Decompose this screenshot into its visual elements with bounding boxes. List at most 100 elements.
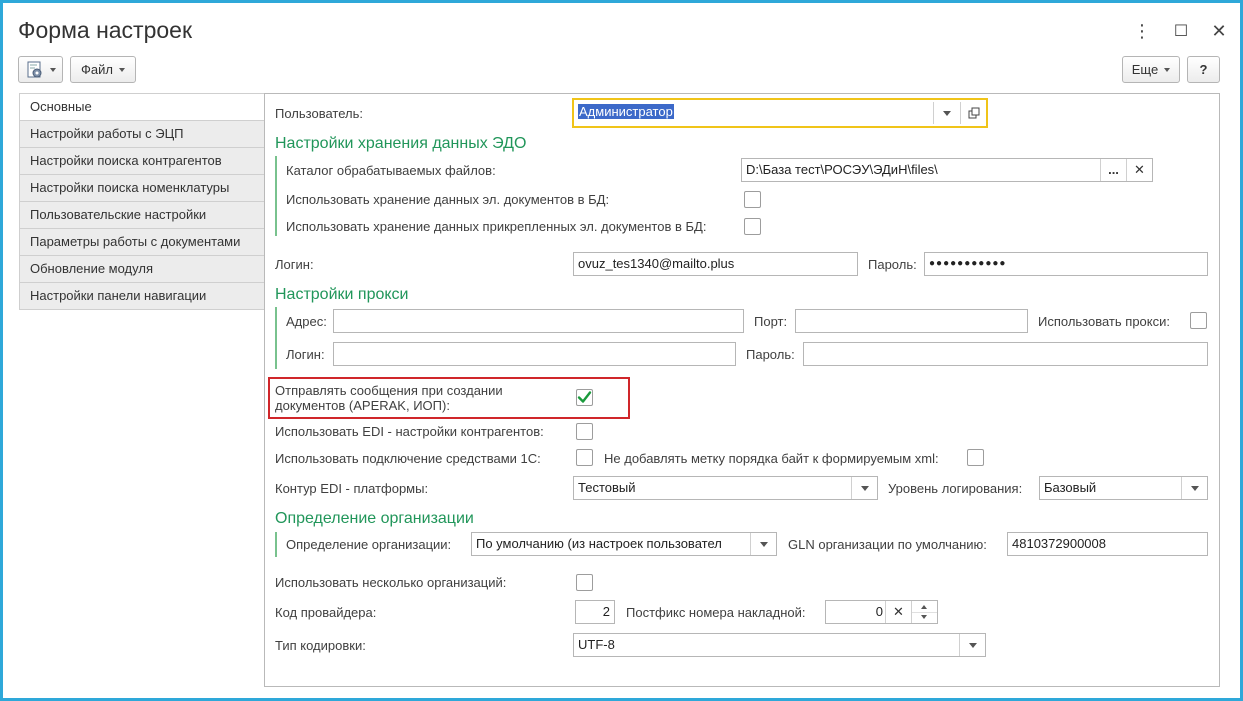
no-bom-label: Не добавлять метку порядка байт к формир… — [604, 451, 939, 466]
login-input[interactable]: ovuz_tes1340@mailto.plus — [573, 252, 858, 276]
postfix-clear-button[interactable]: ✕ — [885, 601, 911, 623]
spinner-down-icon[interactable] — [921, 615, 927, 619]
edi-contour-label: Контур EDI - платформы: — [275, 481, 429, 496]
open-window-icon — [968, 107, 979, 119]
chevron-down-icon — [1164, 67, 1171, 72]
proxy-login-input[interactable] — [333, 342, 736, 366]
postfix-input[interactable]: 0 ✕ — [825, 600, 938, 624]
user-value: Администратор — [578, 104, 674, 119]
proxy-address-label: Адрес: — [286, 314, 327, 329]
chevron-down-icon — [968, 642, 977, 648]
org-def-dropdown-button[interactable] — [750, 533, 776, 555]
proxy-password-label: Пароль: — [746, 347, 795, 362]
encoding-dropdown-button[interactable] — [959, 634, 985, 656]
encoding-value: UTF-8 — [578, 637, 615, 652]
send-messages-label-line1: Отправлять сообщения при создании — [275, 383, 503, 398]
edi-counterparty-checkbox[interactable] — [576, 423, 593, 440]
help-button[interactable]: ? — [1187, 56, 1220, 83]
encoding-label: Тип кодировки: — [275, 638, 366, 653]
file-menu-button[interactable]: Файл — [70, 56, 136, 83]
chevron-down-icon — [118, 67, 125, 72]
window-title: Форма настроек — [18, 17, 193, 43]
section-divider — [275, 532, 277, 557]
connect-1c-label: Использовать подключение средствами 1С: — [275, 451, 541, 466]
catalog-input[interactable]: D:\База тест\РОСЭУ\ЭДиН\files\ ... ✕ — [741, 158, 1153, 182]
tab-main[interactable]: Основные — [19, 93, 265, 121]
catalog-browse-button[interactable]: ... — [1100, 159, 1126, 181]
org-section-title: Определение организации — [275, 510, 474, 527]
proxy-use-label: Использовать прокси: — [1038, 314, 1170, 329]
log-level-label: Уровень логирования: — [888, 481, 1023, 496]
more-menu-icon[interactable]: ⋮ — [1131, 19, 1153, 43]
proxy-section-title: Настройки прокси — [275, 286, 409, 303]
proxy-port-label: Порт: — [754, 314, 788, 329]
spinner-up-icon[interactable] — [921, 605, 927, 609]
tab-navigation-panel[interactable]: Настройки панели навигации — [19, 283, 265, 310]
maximize-icon[interactable]: ☐ — [1170, 19, 1192, 43]
edi-contour-select[interactable]: Тестовый — [573, 476, 878, 500]
provider-code-label: Код провайдера: — [275, 605, 377, 620]
chevron-down-icon — [860, 485, 869, 491]
password-label: Пароль: — [868, 257, 917, 272]
tab-signature[interactable]: Настройки работы с ЭЦП — [19, 121, 265, 148]
send-messages-checkbox[interactable] — [576, 389, 593, 406]
user-field[interactable]: Администратор — [572, 98, 988, 128]
tab-nomenclature-search[interactable]: Настройки поиска номенклатуры — [19, 175, 265, 202]
gln-label: GLN организации по умолчанию: — [788, 537, 987, 552]
edi-contour-value: Тестовый — [578, 480, 636, 495]
org-def-select[interactable]: По умолчанию (из настроек пользовател — [471, 532, 777, 556]
more-button[interactable]: Еще — [1122, 56, 1180, 83]
settings-window: Форма настроек ⋮ ☐ ✕ Файл Еще ? Основные… — [0, 0, 1243, 701]
catalog-label: Каталог обрабатываемых файлов: — [286, 163, 496, 178]
chevron-down-icon — [1190, 485, 1199, 491]
store-db-label: Использовать хранение данных эл. докумен… — [286, 192, 610, 207]
store-attached-label: Использовать хранение данных прикрепленн… — [286, 219, 707, 234]
edo-storage-section-title: Настройки хранения данных ЭДО — [275, 135, 527, 152]
checkmark-icon — [577, 391, 592, 403]
proxy-port-input[interactable] — [795, 309, 1028, 333]
store-attached-checkbox[interactable] — [744, 218, 761, 235]
log-level-dropdown-button[interactable] — [1181, 477, 1207, 499]
postfix-spinner[interactable] — [911, 601, 937, 623]
tab-module-update[interactable]: Обновление модуля — [19, 256, 265, 283]
chevron-down-icon — [942, 110, 951, 116]
tab-counterparty-search[interactable]: Настройки поиска контрагентов — [19, 148, 265, 175]
proxy-password-input[interactable] — [803, 342, 1208, 366]
gear-doc-icon — [27, 61, 41, 77]
chevron-down-icon — [759, 541, 768, 547]
store-db-checkbox[interactable] — [744, 191, 761, 208]
proxy-use-checkbox[interactable] — [1190, 312, 1207, 329]
multi-org-label: Использовать несколько организаций: — [275, 575, 507, 590]
log-level-value: Базовый — [1044, 480, 1097, 495]
password-input[interactable]: ●●●●●●●●●●● — [924, 252, 1208, 276]
proxy-login-label: Логин: — [286, 347, 325, 362]
user-open-button[interactable] — [960, 102, 986, 124]
user-label: Пользователь: — [275, 106, 363, 121]
org-def-value: По умолчанию (из настроек пользовател — [476, 536, 722, 551]
no-bom-checkbox[interactable] — [967, 449, 984, 466]
user-dropdown-button[interactable] — [933, 102, 959, 124]
catalog-value: D:\База тест\РОСЭУ\ЭДиН\files\ — [746, 162, 938, 177]
tab-user-settings[interactable]: Пользовательские настройки — [19, 202, 265, 229]
chevron-down-icon — [49, 67, 56, 72]
file-menu-label: Файл — [81, 62, 113, 77]
send-messages-label: Отправлять сообщения при создании докуме… — [275, 383, 503, 413]
login-label: Логин: — [275, 257, 314, 272]
encoding-select[interactable]: UTF-8 — [573, 633, 986, 657]
tab-document-params[interactable]: Параметры работы с документами — [19, 229, 265, 256]
edi-contour-dropdown-button[interactable] — [851, 477, 877, 499]
tab-list: Основные Настройки работы с ЭЦП Настройк… — [19, 93, 265, 310]
log-level-select[interactable]: Базовый — [1039, 476, 1208, 500]
postfix-label: Постфикс номера накладной: — [626, 605, 806, 620]
connect-1c-checkbox[interactable] — [576, 449, 593, 466]
multi-org-checkbox[interactable] — [576, 574, 593, 591]
proxy-address-input[interactable] — [333, 309, 744, 333]
settings-menu-button[interactable] — [18, 56, 63, 83]
more-label: Еще — [1131, 62, 1159, 77]
gln-input[interactable]: 4810372900008 — [1007, 532, 1208, 556]
close-icon[interactable]: ✕ — [1208, 19, 1230, 43]
section-divider — [275, 156, 277, 236]
catalog-clear-button[interactable]: ✕ — [1126, 159, 1152, 181]
org-def-label: Определение организации: — [286, 537, 452, 552]
provider-code-input[interactable]: 2 — [575, 600, 615, 624]
